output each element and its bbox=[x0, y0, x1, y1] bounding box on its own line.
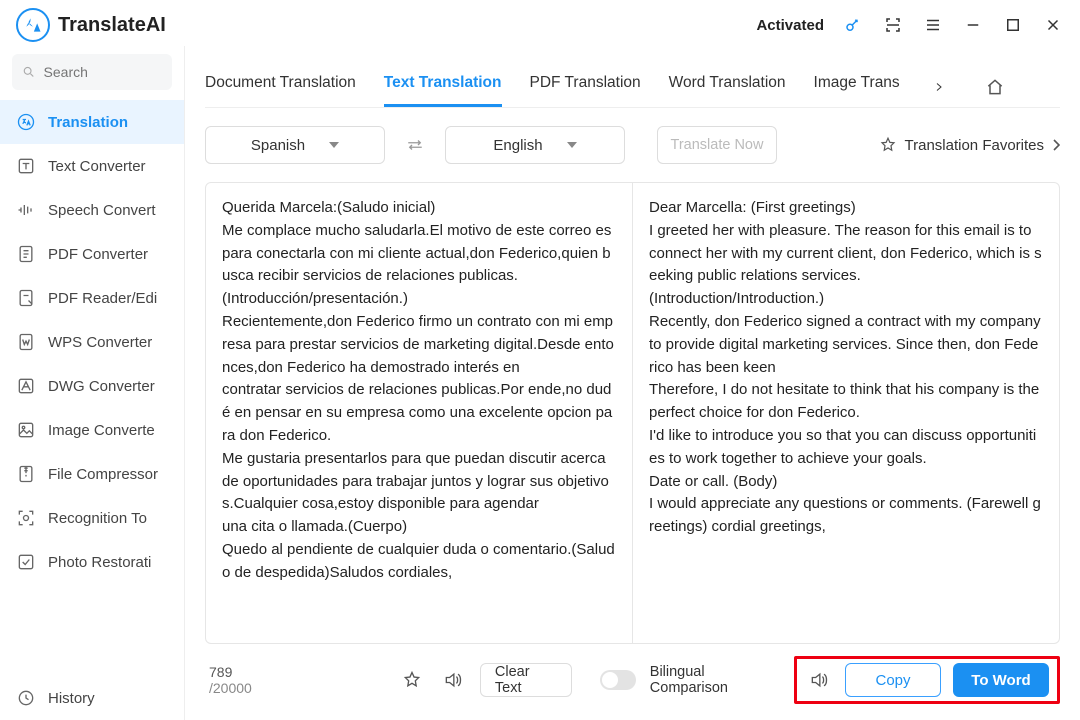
speak-target-button[interactable] bbox=[805, 666, 833, 694]
sidebar-item-label: DWG Converter bbox=[48, 378, 155, 395]
history-icon bbox=[16, 688, 36, 708]
tab-pdf-translation[interactable]: PDF Translation bbox=[530, 66, 641, 107]
pdf-icon bbox=[16, 244, 36, 264]
tab-word-translation[interactable]: Word Translation bbox=[669, 66, 786, 107]
chevron-down-icon bbox=[567, 140, 577, 150]
tab-text-translation[interactable]: Text Translation bbox=[384, 66, 502, 107]
chevron-right-icon bbox=[1052, 139, 1060, 151]
target-text-pane: Dear Marcella: (First greetings) I greet… bbox=[632, 183, 1059, 643]
sidebar-item-pdf-reader[interactable]: PDF Reader/Edi bbox=[0, 276, 184, 320]
sidebar-item-dwg-converter[interactable]: DWG Converter bbox=[0, 364, 184, 408]
app-name: TranslateAI bbox=[58, 14, 166, 37]
search-input[interactable] bbox=[44, 64, 162, 80]
source-language-select[interactable]: Spanish bbox=[205, 126, 385, 164]
sidebar-item-label: Speech Convert bbox=[48, 202, 156, 219]
activated-label: Activated bbox=[756, 17, 824, 34]
sidebar-item-speech-convert[interactable]: Speech Convert bbox=[0, 188, 184, 232]
sidebar-item-pdf-converter[interactable]: PDF Converter bbox=[0, 232, 184, 276]
sidebar-item-label: Image Converte bbox=[48, 422, 155, 439]
tab-image-translation[interactable]: Image Trans bbox=[814, 66, 900, 107]
sidebar-item-text-converter[interactable]: Text Converter bbox=[0, 144, 184, 188]
language-row: Spanish English Translate Now Translatio… bbox=[205, 108, 1060, 182]
sidebar-item-label: History bbox=[48, 690, 95, 707]
sidebar: Translation Text Converter Speech Conver… bbox=[0, 46, 185, 720]
search-box[interactable] bbox=[12, 54, 172, 90]
sidebar-item-photo-restore[interactable]: Photo Restorati bbox=[0, 540, 184, 584]
compress-icon bbox=[16, 464, 36, 484]
sidebar-item-label: Translation bbox=[48, 114, 128, 131]
footer-row: 789 /20000 Clear Text Bilingual Comparis… bbox=[205, 644, 1060, 704]
chevron-down-icon bbox=[329, 140, 339, 150]
sidebar-item-label: File Compressor bbox=[48, 466, 158, 483]
maximize-button[interactable] bbox=[998, 10, 1028, 40]
sidebar-item-translation[interactable]: Translation bbox=[0, 100, 184, 144]
sidebar-item-recognition[interactable]: Recognition To bbox=[0, 496, 184, 540]
sidebar-item-label: WPS Converter bbox=[48, 334, 152, 351]
translation-favorites-link[interactable]: Translation Favorites bbox=[879, 136, 1061, 154]
sidebar-item-label: Recognition To bbox=[48, 510, 147, 527]
sidebar-item-history[interactable]: History bbox=[0, 676, 184, 720]
translate-now-button[interactable]: Translate Now bbox=[657, 126, 777, 164]
text-icon bbox=[16, 156, 36, 176]
sidebar-item-file-compressor[interactable]: File Compressor bbox=[0, 452, 184, 496]
home-button[interactable] bbox=[982, 74, 1008, 100]
key-icon[interactable] bbox=[838, 10, 868, 40]
wps-icon bbox=[16, 332, 36, 352]
sidebar-item-label: PDF Reader/Edi bbox=[48, 290, 157, 307]
restore-icon bbox=[16, 552, 36, 572]
sidebar-item-image-converter[interactable]: Image Converte bbox=[0, 408, 184, 452]
highlight-box: Copy To Word bbox=[794, 656, 1060, 704]
copy-button[interactable]: Copy bbox=[845, 663, 941, 697]
scan-icon[interactable] bbox=[878, 10, 908, 40]
sidebar-item-label: PDF Converter bbox=[48, 246, 148, 263]
bilingual-toggle[interactable] bbox=[600, 670, 636, 690]
recognition-icon bbox=[16, 508, 36, 528]
close-button[interactable] bbox=[1038, 10, 1068, 40]
swap-languages-button[interactable] bbox=[401, 131, 429, 159]
app-logo: TranslateAI bbox=[16, 8, 166, 42]
target-language-label: English bbox=[493, 137, 542, 154]
speech-icon bbox=[16, 200, 36, 220]
minimize-button[interactable] bbox=[958, 10, 988, 40]
favorites-label: Translation Favorites bbox=[905, 137, 1045, 154]
sidebar-item-label: Photo Restorati bbox=[48, 554, 151, 571]
pdf-reader-icon bbox=[16, 288, 36, 308]
bilingual-label: Bilingual Comparison bbox=[650, 664, 780, 696]
source-text-pane[interactable]: Querida Marcela:(Saludo inicial) Me comp… bbox=[206, 183, 632, 643]
star-icon bbox=[879, 136, 897, 154]
tab-document-translation[interactable]: Document Translation bbox=[205, 66, 356, 107]
search-icon bbox=[22, 64, 36, 80]
translation-panes: Querida Marcela:(Saludo inicial) Me comp… bbox=[205, 182, 1060, 644]
source-language-label: Spanish bbox=[251, 137, 305, 154]
menu-icon[interactable] bbox=[918, 10, 948, 40]
translate-icon bbox=[16, 112, 36, 132]
sidebar-item-wps-converter[interactable]: WPS Converter bbox=[0, 320, 184, 364]
tabs: Document Translation Text Translation PD… bbox=[205, 46, 1060, 108]
clear-text-button[interactable]: Clear Text bbox=[480, 663, 572, 697]
to-word-button[interactable]: To Word bbox=[953, 663, 1049, 697]
logo-icon bbox=[16, 8, 50, 42]
image-icon bbox=[16, 420, 36, 440]
dwg-icon bbox=[16, 376, 36, 396]
content: Document Translation Text Translation PD… bbox=[185, 46, 1080, 720]
target-language-select[interactable]: English bbox=[445, 126, 625, 164]
favorite-button[interactable] bbox=[399, 666, 426, 694]
sidebar-item-label: Text Converter bbox=[48, 158, 146, 175]
titlebar: TranslateAI Activated bbox=[0, 0, 1080, 46]
speak-source-button[interactable] bbox=[439, 666, 466, 694]
char-counter: 789 /20000 bbox=[209, 664, 276, 696]
tabs-scroll-right[interactable] bbox=[928, 76, 950, 98]
